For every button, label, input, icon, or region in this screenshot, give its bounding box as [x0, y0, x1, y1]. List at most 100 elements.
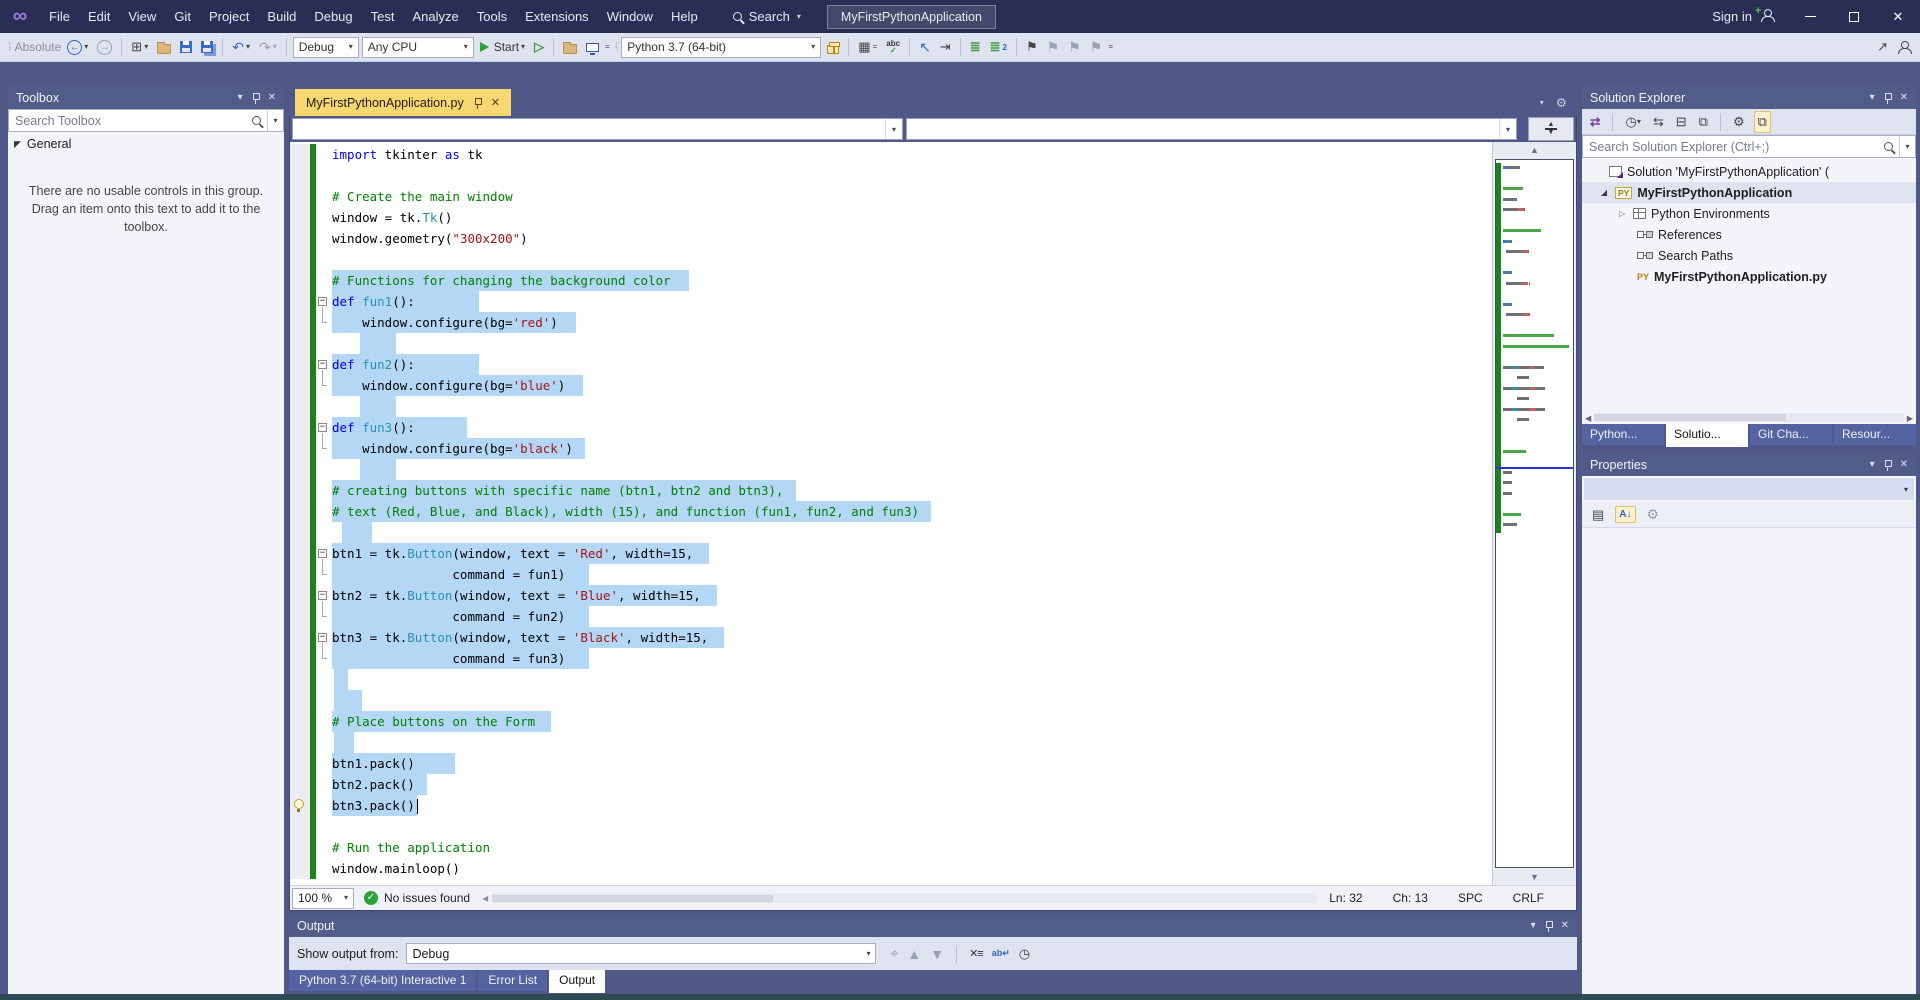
save-all-button[interactable]	[198, 39, 216, 55]
scrollbar-thumb[interactable]	[492, 895, 773, 902]
code-line[interactable]: # creating buttons with specific name (b…	[290, 480, 1492, 501]
format-document-button[interactable]: ⇥	[937, 37, 954, 57]
close-icon[interactable]: ✕	[1900, 459, 1908, 470]
overflow-icon[interactable]: =	[605, 43, 610, 51]
tree-item-py-project[interactable]: ◢PYMyFirstPythonApplication	[1582, 182, 1916, 203]
tree-item-search-paths[interactable]: Search Paths	[1582, 245, 1916, 266]
restore-button[interactable]	[1832, 0, 1876, 33]
code-line[interactable]: −def fun3():	[290, 417, 1492, 438]
scroll-up-icon[interactable]: ▲	[1493, 142, 1576, 158]
scroll-left-icon[interactable]: ◂	[482, 891, 488, 905]
output-header[interactable]: Output ▾ ✕	[289, 914, 1577, 937]
code-lines[interactable]: import tkinter as tk# Create the main wi…	[290, 142, 1492, 885]
collapse-region-icon[interactable]: −	[318, 297, 327, 306]
health-message[interactable]: No issues found	[384, 891, 470, 905]
minimize-button[interactable]	[1788, 0, 1832, 33]
code-line[interactable]: window = tk.Tk()	[290, 207, 1492, 228]
send-to-interactive-button[interactable]: ≣	[967, 37, 984, 57]
live-share-button[interactable]	[583, 40, 602, 54]
document-list-chevron-icon[interactable]: ▾	[1540, 99, 1544, 107]
undo-button[interactable]: ↶▾	[229, 37, 253, 58]
pin-icon[interactable]	[251, 92, 260, 104]
outlining-margin[interactable]: −	[316, 291, 332, 312]
spell-check-button[interactable]: abc✓	[883, 38, 903, 56]
menu-view[interactable]: View	[119, 0, 165, 33]
code-line[interactable]: # Functions for changing the background …	[290, 270, 1492, 291]
switch-views-button[interactable]: ⇄	[1587, 112, 1603, 131]
categorized-button[interactable]: ▤	[1589, 505, 1607, 525]
find-in-files-button[interactable]	[560, 39, 580, 56]
search-box[interactable]: Search ▾	[723, 5, 811, 29]
code-line[interactable]: window.configure(bg='black')	[290, 438, 1492, 459]
code-line[interactable]: command = fun2)	[290, 606, 1492, 627]
code-line[interactable]: btn2.pack()	[290, 774, 1492, 795]
chevron-down-icon[interactable]: ▾	[238, 93, 243, 103]
property-pages-button[interactable]: ⚙	[1644, 504, 1663, 525]
space-mode-indicator[interactable]: SPC	[1458, 891, 1483, 905]
scroll-left-icon[interactable]: ◂	[1585, 410, 1591, 425]
close-icon[interactable]: ✕	[268, 92, 276, 103]
collapse-region-icon[interactable]: −	[318, 360, 327, 369]
prev-bookmark-button[interactable]: ⚑	[1044, 37, 1063, 58]
goto-message-icon[interactable]: ⌖	[890, 945, 898, 962]
scroll-right-icon[interactable]: ▸	[1907, 410, 1913, 425]
code-line[interactable]	[290, 732, 1492, 753]
pin-icon[interactable]	[1883, 459, 1892, 471]
redo-button[interactable]: ↷▾	[256, 37, 280, 58]
menu-extensions[interactable]: Extensions	[516, 0, 598, 33]
properties-object-combo[interactable]: ▾	[1584, 478, 1914, 500]
code-line[interactable]	[290, 165, 1492, 186]
menu-edit[interactable]: Edit	[79, 0, 119, 33]
show-all-files-button[interactable]: ⧉	[1696, 112, 1711, 132]
feedback-button[interactable]	[1894, 39, 1914, 56]
bottom-tab-error-list[interactable]: Error List	[478, 970, 547, 991]
code-editor[interactable]: import tkinter as tk# Create the main wi…	[290, 142, 1576, 885]
navigate-back-button[interactable]: ←▾	[64, 38, 91, 57]
toolbar-grip[interactable]: ⁞⁞	[8, 42, 10, 53]
code-line[interactable]: btn3.pack()	[290, 795, 1492, 816]
chevron-down-icon[interactable]: ▾	[1531, 921, 1536, 931]
panel-tab-python-[interactable]: Python...	[1582, 424, 1664, 445]
menu-build[interactable]: Build	[258, 0, 305, 33]
code-line[interactable]: −btn1 = tk.Button(window, text = 'Red', …	[290, 543, 1492, 564]
code-line[interactable]: # Create the main window	[290, 186, 1492, 207]
split-window-handle[interactable]: ▲▼	[1528, 117, 1574, 141]
close-icon[interactable]: ✕	[491, 96, 500, 109]
panel-tab-resour-[interactable]: Resour...	[1834, 424, 1916, 445]
menu-project[interactable]: Project	[200, 0, 258, 33]
absolute-label[interactable]: Absolute	[15, 40, 62, 54]
column-indicator[interactable]: Ch: 13	[1393, 891, 1428, 905]
line-indicator[interactable]: Ln: 32	[1329, 891, 1362, 905]
python-environment-combo[interactable]: Python 3.7 (64-bit)▾	[621, 37, 821, 58]
code-line[interactable]: −def fun1():	[290, 291, 1492, 312]
chevron-down-icon[interactable]: ▾	[1899, 136, 1915, 157]
new-project-button[interactable]: ⊞▾	[128, 37, 151, 57]
code-line[interactable]: window.mainloop()	[290, 858, 1492, 879]
sign-in-link[interactable]: Sign in	[1712, 9, 1752, 24]
collapse-all-button[interactable]: ⊟	[1673, 112, 1690, 132]
open-file-button[interactable]	[154, 39, 174, 56]
code-line[interactable]	[290, 669, 1492, 690]
code-line[interactable]: btn1.pack()	[290, 753, 1492, 774]
expander-collapsed-icon[interactable]: ▷	[1616, 209, 1628, 218]
member-nav-combo[interactable]: ▾	[906, 118, 1517, 140]
collapse-region-icon[interactable]: −	[318, 423, 327, 432]
code-line[interactable]	[290, 522, 1492, 543]
chevron-down-icon[interactable]: ▾	[1870, 93, 1875, 103]
line-ending-indicator[interactable]: CRLF	[1513, 891, 1544, 905]
start-without-debugging-button[interactable]: ▷	[531, 37, 547, 57]
toolbar-grip[interactable]: ⁞⁞	[615, 42, 617, 53]
clear-all-icon[interactable]: ✕≡	[969, 947, 983, 960]
minimap-scrollbar[interactable]: ▲ ▼	[1492, 142, 1576, 885]
code-line[interactable]: command = fun3)	[290, 648, 1492, 669]
next-bookmark-button[interactable]: ⚑	[1065, 37, 1084, 58]
close-icon[interactable]: ✕	[1561, 920, 1569, 931]
menu-analyze[interactable]: Analyze	[403, 0, 467, 33]
chevron-down-icon[interactable]: ▾	[885, 119, 902, 139]
close-button[interactable]: ✕	[1876, 0, 1920, 33]
outlining-margin[interactable]: −	[316, 585, 332, 606]
preview-selected-items-button[interactable]: ⧉	[1754, 111, 1771, 133]
lightbulb-icon[interactable]	[294, 799, 304, 809]
pending-changes-filter-button[interactable]: ◷▾	[1622, 112, 1643, 132]
clock-icon[interactable]: ◷	[1019, 946, 1030, 962]
